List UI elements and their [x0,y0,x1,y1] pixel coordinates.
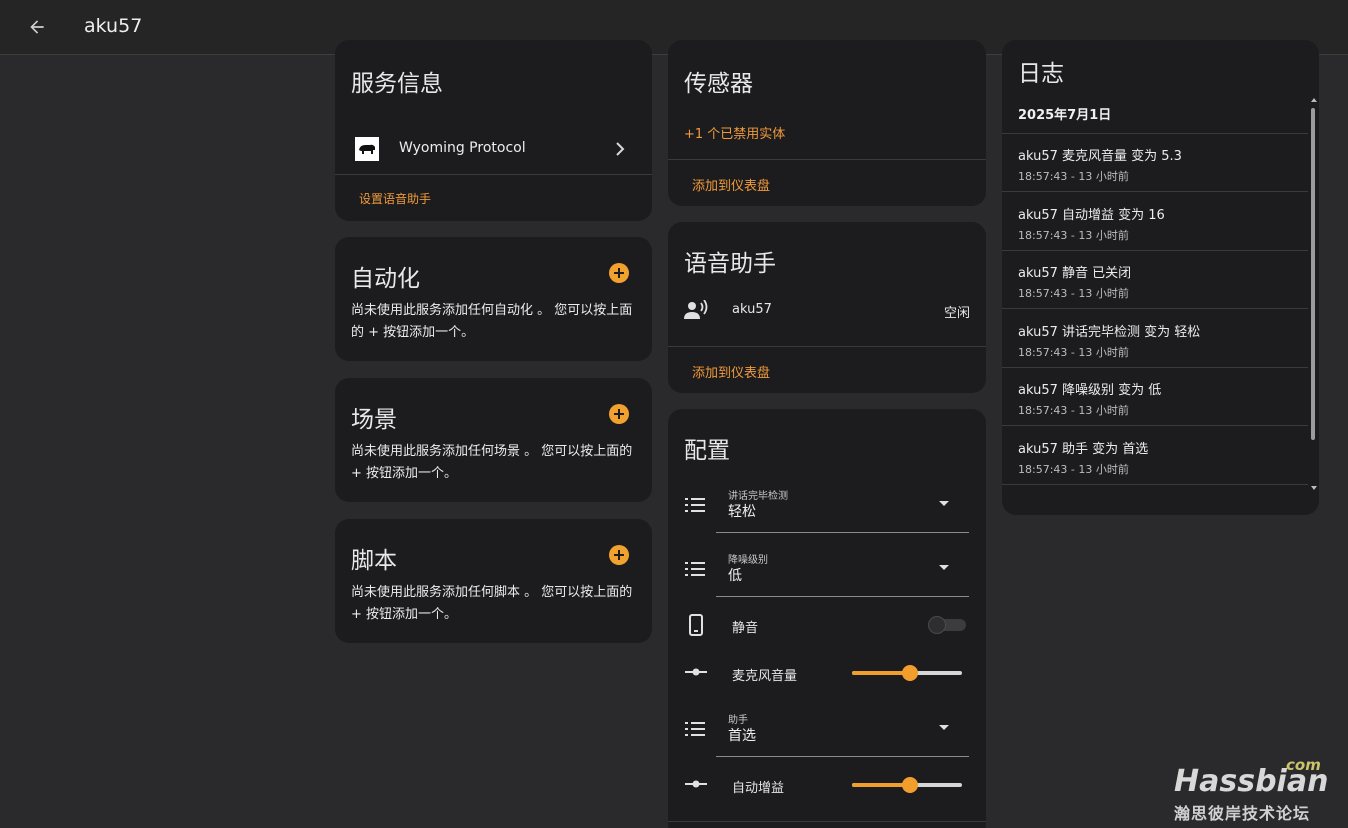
format-list-icon [685,498,705,512]
logbook-entry-time: 18:57:43 - 13 小时前 [1018,462,1129,476]
format-list-icon [685,722,705,736]
add-automation-button[interactable] [609,263,629,283]
add-script-button[interactable] [609,545,629,565]
scrollbar-thumb[interactable] [1311,108,1315,440]
script-card: 脚本 尚未使用此服务添加任何脚本 。 您可以按上面的 + 按钮添加一个。 [335,519,652,643]
logbook-entry-time: 18:57:43 - 13 小时前 [1018,228,1129,242]
dropdown-arrow-icon [939,565,949,570]
finished-speaking-value: 轻松 [728,504,756,520]
assistant-value: 首选 [728,728,756,744]
slider-thumb[interactable] [902,777,918,793]
chevron-right-icon [616,142,625,156]
tune-slider-icon [685,668,707,676]
script-description: 尚未使用此服务添加任何脚本 。 您可以按上面的 + 按钮添加一个。 [351,585,633,622]
logbook-entry-title: aku57 麦克风音量 变为 5.3 [1018,149,1182,164]
scene-title: 场景 [351,407,397,433]
plus-icon [614,409,624,419]
assist-satellite-row[interactable]: aku57 空闲 [668,294,986,326]
logbook-entry-title: aku57 助手 变为 首选 [1018,441,1149,457]
logbook-entry[interactable]: aku57 助手 变为 首选 18:57:43 - 13 小时前 [1002,427,1308,485]
logbook-entry-title: aku57 降噪级别 变为 低 [1018,383,1162,398]
scene-card: 场景 尚未使用此服务添加任何场景 。 您可以按上面的 + 按钮添加一个。 [335,378,652,502]
integration-row[interactable]: Wyoming Protocol [335,130,652,172]
voice-assistant-card: 语音助手 aku57 空闲 添加到仪表盘 [668,222,986,393]
assistant-label: 助手 [728,715,748,726]
logbook-card: 日志 2025年7月1日 aku57 麦克风音量 变为 5.3 18:57:43 … [1002,40,1319,515]
logbook-entry-title: aku57 静音 已关闭 [1018,266,1132,281]
voice-add-to-dashboard-link[interactable]: 添加到仪表盘 [692,362,770,381]
script-title: 脚本 [351,548,397,574]
toggle-thumb [928,616,946,634]
page-title: aku57 [84,15,143,37]
service-info-title: 服务信息 [351,71,443,97]
tune-slider-icon [685,780,707,788]
divider [668,159,986,160]
mute-toggle[interactable] [928,616,966,634]
finished-speaking-label: 讲话完毕检测 [728,491,788,502]
logbook-entry[interactable]: aku57 降噪级别 变为 低 18:57:43 - 13 小时前 [1002,368,1308,426]
assist-satellite-state: 空闲 [943,306,970,321]
logbook-entry[interactable]: aku57 讲话完毕检测 变为 轻松 18:57:43 - 13 小时前 [1002,310,1308,368]
logbook-entry-time: 18:57:43 - 13 小时前 [1018,287,1129,300]
voice-assistant-title: 语音助手 [684,251,776,277]
service-info-card: 服务信息 Wyoming Protocol 设置语音助手 [335,40,652,221]
logbook-entry-time: 18:57:43 - 13 小时前 [1018,345,1129,359]
assistant-select[interactable]: 助手 首选 [716,701,969,757]
arrow-left-icon [30,20,44,34]
automation-description: 尚未使用此服务添加任何自动化 。 您可以按上面的 + 按钮添加一个。 [351,303,633,340]
config-title: 配置 [684,438,730,464]
setup-voice-assistant-link[interactable]: 设置语音助手 [359,190,431,207]
logbook-entry-title: aku57 讲话完毕检测 变为 轻松 [1018,324,1201,340]
mic-volume-label: 麦克风音量 [732,669,798,684]
logbook-entry[interactable]: aku57 静音 已关闭 18:57:43 - 13 小时前 [1002,251,1308,309]
mic-volume-slider[interactable] [852,663,962,683]
logbook-list[interactable]: aku57 麦克风音量 变为 5.3 18:57:43 - 13 小时前 aku57… [1002,134,1308,486]
sensors-card: 传感器 +1 个已禁用实体 添加到仪表盘 [668,40,986,206]
logbook-date: 2025年7月1日 [1018,108,1112,123]
logbook-entry-title: aku57 自动增益 变为 16 [1018,207,1165,223]
disabled-entities-link[interactable]: +1 个已禁用实体 [684,123,785,142]
slider-thumb[interactable] [902,665,918,681]
automation-card: 自动化 尚未使用此服务添加任何自动化 。 您可以按上面的 + 按钮添加一个。 [335,237,652,361]
logbook-entry-time: 18:57:43 - 13 小时前 [1018,404,1129,417]
integration-name: Wyoming Protocol [399,140,526,156]
scroll-up-icon[interactable] [1311,98,1317,102]
plus-icon [614,550,624,560]
logbook-entry[interactable]: aku57 自动增益 变为 16 18:57:43 - 13 小时前 [1002,193,1308,251]
format-list-icon [685,562,705,576]
auto-gain-label: 自动增益 [732,781,785,796]
wyoming-logo-icon [355,137,379,161]
hassbian-watermark: com Hassbian 瀚思彼岸技术论坛 [1172,756,1342,823]
noise-suppression-label: 降噪级别 [728,555,768,566]
watermark-tagline: 瀚思彼岸技术论坛 [1174,804,1311,823]
back-button[interactable] [24,14,50,40]
divider [668,821,986,822]
noise-suppression-value: 低 [728,568,742,584]
dropdown-arrow-icon [939,501,949,506]
add-scene-button[interactable] [609,404,629,424]
logbook-title: 日志 [1018,61,1064,87]
mute-label: 静音 [732,621,759,636]
scene-description: 尚未使用此服务添加任何场景 。 您可以按上面的 + 按钮添加一个。 [351,444,633,481]
account-voice-icon [684,300,708,319]
scrollbar[interactable] [1308,96,1319,496]
sensors-title: 传感器 [684,71,753,97]
divider [668,346,986,347]
dropdown-arrow-icon [939,725,949,730]
automation-title: 自动化 [351,266,420,292]
sensors-add-to-dashboard-link[interactable]: 添加到仪表盘 [692,175,770,194]
logbook-entry-time: 18:57:43 - 13 小时前 [1018,170,1129,183]
finished-speaking-select[interactable]: 讲话完毕检测 轻松 [716,477,969,533]
noise-suppression-select[interactable]: 降噪级别 低 [716,541,969,597]
plus-icon [614,268,624,278]
auto-gain-slider[interactable] [852,775,962,795]
watermark-brand: Hassbian [1174,764,1329,799]
logbook-entry[interactable]: aku57 麦克风音量 变为 5.3 18:57:43 - 13 小时前 [1002,134,1308,192]
assist-satellite-name: aku57 [732,302,772,317]
scroll-down-icon[interactable] [1311,486,1317,490]
divider [335,174,652,175]
cellphone-icon [689,614,703,636]
